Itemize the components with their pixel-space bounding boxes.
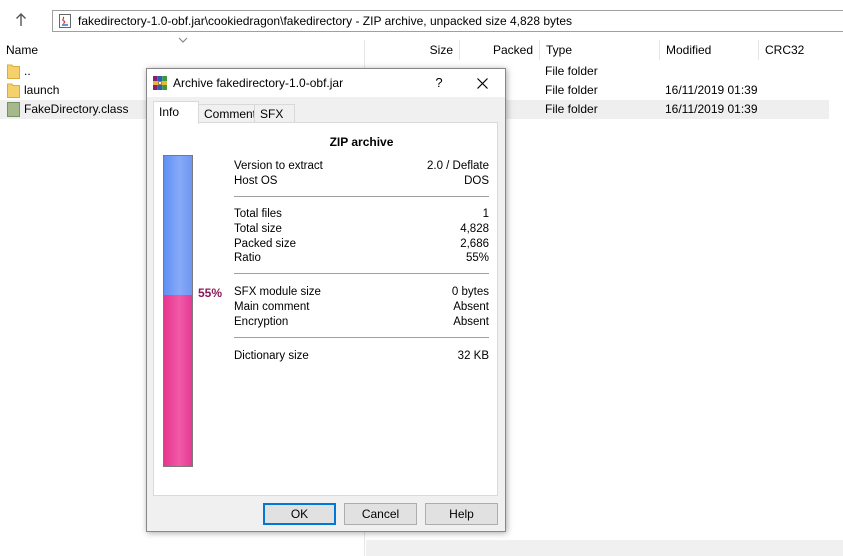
address-path: fakedirectory-1.0-obf.jar\cookiedragon\f… xyxy=(78,14,573,28)
class-file-icon xyxy=(7,102,20,117)
file-modified: 16/11/2019 01:39 xyxy=(665,102,758,116)
archive-format-heading: ZIP archive xyxy=(329,135,394,149)
tab-sfx[interactable]: SFX xyxy=(254,104,295,123)
column-type[interactable]: Type xyxy=(540,40,660,60)
folder-icon xyxy=(7,83,20,98)
ratio-bar-packed xyxy=(164,295,192,466)
winrar-icon xyxy=(153,76,167,90)
column-crc32[interactable]: CRC32 xyxy=(759,40,829,60)
info-row-total-files: Total files 1 xyxy=(234,208,489,220)
address-field[interactable]: fakedirectory-1.0-obf.jar\cookiedragon\f… xyxy=(52,10,843,32)
ratio-bar xyxy=(163,155,193,467)
file-modified: 16/11/2019 01:39 xyxy=(665,83,758,97)
column-modified[interactable]: Modified xyxy=(660,40,759,60)
file-type: File folder xyxy=(545,64,598,78)
info-row-ratio: Ratio 55% xyxy=(234,252,489,264)
up-button[interactable] xyxy=(10,10,32,30)
ratio-percent-label: 55% xyxy=(198,286,223,300)
cancel-button[interactable]: Cancel xyxy=(344,503,417,525)
ok-button[interactable]: OK xyxy=(263,503,336,525)
separator xyxy=(234,196,489,197)
column-header: Name Size Packed Type Modified CRC32 xyxy=(0,40,843,60)
jar-archive-icon xyxy=(59,14,71,28)
column-packed[interactable]: Packed xyxy=(460,40,540,60)
file-name: .. xyxy=(24,64,31,78)
file-type: File folder xyxy=(545,102,598,116)
status-strip xyxy=(366,540,843,556)
file-name: FakeDirectory.class xyxy=(24,102,129,116)
separator xyxy=(234,273,489,274)
help-question-button[interactable]: ? xyxy=(429,73,449,93)
column-size[interactable]: Size xyxy=(365,40,460,60)
sort-chevron-down-icon xyxy=(178,37,188,43)
tab-info[interactable]: Info xyxy=(153,101,199,124)
info-panel: 55% ZIP archive Version to extract 2.0 / … xyxy=(153,122,498,496)
info-row-dictionary-size: Dictionary size 32 KB xyxy=(234,350,489,362)
close-button[interactable] xyxy=(465,73,499,93)
close-icon xyxy=(476,77,488,89)
file-type: File folder xyxy=(545,83,598,97)
dialog-titlebar[interactable]: Archive fakedirectory-1.0-obf.jar ? xyxy=(147,69,505,97)
info-row-host-os: Host OS DOS xyxy=(234,175,489,187)
folder-icon xyxy=(7,64,20,79)
help-button[interactable]: Help xyxy=(425,503,498,525)
separator xyxy=(234,337,489,338)
file-name: launch xyxy=(24,83,60,97)
address-bar: fakedirectory-1.0-obf.jar\cookiedragon\f… xyxy=(0,0,843,40)
tab-comment[interactable]: Comment xyxy=(198,104,256,123)
info-row-packed-size: Packed size 2,686 xyxy=(234,238,489,250)
arrow-up-icon xyxy=(16,13,26,26)
info-row-sfx-size: SFX module size 0 bytes xyxy=(234,286,489,298)
archive-info-dialog: Archive fakedirectory-1.0-obf.jar ? Info… xyxy=(146,68,506,532)
ratio-bar-unpacked xyxy=(164,156,192,295)
dialog-title: Archive fakedirectory-1.0-obf.jar xyxy=(173,76,344,90)
info-row-encryption: Encryption Absent xyxy=(234,316,489,328)
info-row-total-size: Total size 4,828 xyxy=(234,223,489,235)
info-row-version: Version to extract 2.0 / Deflate xyxy=(234,160,489,172)
info-row-main-comment: Main comment Absent xyxy=(234,301,489,313)
